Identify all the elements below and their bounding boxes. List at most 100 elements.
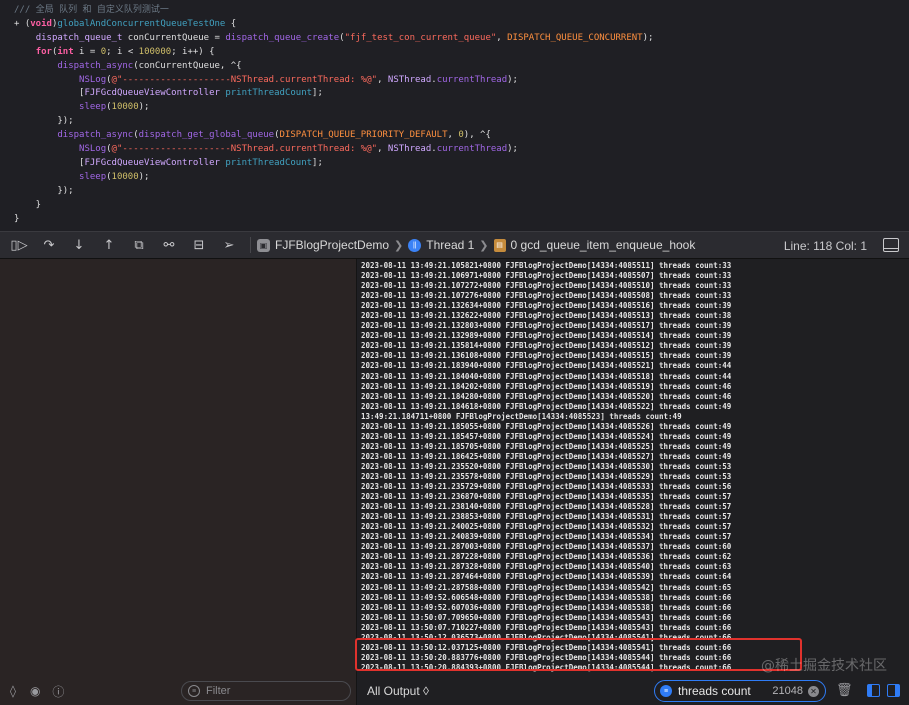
memory-graph-icon[interactable]: ⚯ <box>158 235 180 255</box>
code-line: }); <box>14 184 74 198</box>
code-token: { <box>225 18 237 29</box>
code-token: dispatch_queue_t <box>35 32 123 43</box>
code-token: ); <box>507 144 518 154</box>
code-token: , <box>377 144 388 154</box>
line-column-indicator: Line: 118 Col: 1 <box>783 239 867 253</box>
clear-search-icon[interactable]: ✕ <box>808 685 819 697</box>
console-line: 2023-08-11 13:49:21.287228+0800 FJFBlogP… <box>361 552 732 562</box>
stack-frame-icon: ▤ <box>493 238 506 252</box>
console-line: 2023-08-11 13:49:21.236870+0800 FJFBlogP… <box>361 492 732 502</box>
chevron-right-icon: ❯ <box>394 238 404 252</box>
code-token: ); <box>507 74 518 85</box>
code-line: /// 全局 队列 和 自定义队列测试一 <box>14 3 169 17</box>
code-token: /// 全局 队列 和 自定义队列测试一 <box>14 5 169 15</box>
code-token: i = <box>73 46 101 57</box>
info-icon[interactable]: ⓘ <box>52 683 64 700</box>
console-output[interactable]: 2023-08-11 13:49:21.105821+0800 FJFBlogP… <box>358 259 909 705</box>
breadcrumb-project[interactable]: ▣ FJFBlogProjectDemo <box>257 238 389 252</box>
code-token: , <box>496 32 508 43</box>
code-line: dispatch_queue_t conCurrentQueue = dispa… <box>14 31 654 45</box>
code-token: }); <box>14 185 74 196</box>
code-token: dispatch_async <box>57 130 134 141</box>
code-line: [FJFGcdQueueViewController printThreadCo… <box>14 86 323 100</box>
code-line: + (void)globalAndConcurrentQueueTestOne … <box>14 17 236 31</box>
code-token: sleep <box>79 171 107 182</box>
code-token: printThreadCount <box>225 88 313 99</box>
console-line: 2023-08-11 13:49:21.185705+0800 FJFBlogP… <box>361 441 732 451</box>
code-token: for <box>35 46 52 57</box>
console-line: 2023-08-11 13:49:21.235520+0800 FJFBlogP… <box>361 461 732 471</box>
search-value: threads count <box>678 684 751 698</box>
code-token: printThreadCount <box>225 157 313 168</box>
show-console-pane-icon[interactable] <box>887 684 900 697</box>
console-footer: All Output ◊ ≡ threads count 21048 ✕ 🗑 <box>358 677 909 705</box>
filter-icon: ≡ <box>660 685 672 697</box>
chevron-right-icon: ❯ <box>479 238 489 252</box>
code-token: ; i < <box>106 46 139 57</box>
console-line: 2023-08-11 13:49:21.287003+0800 FJFBlogP… <box>361 542 732 552</box>
variables-filter-field[interactable]: ≡ Filter <box>181 681 351 701</box>
code-token: FJFGcdQueueViewController <box>84 157 220 168</box>
breadcrumb-frame[interactable]: ▤ 0 gcd_queue_item_enqueue_hook <box>493 238 696 252</box>
code-token: , <box>447 130 459 141</box>
code-line: dispatch_async(dispatch_get_global_queue… <box>14 128 491 142</box>
console-line: 2023-08-11 13:49:21.235729+0800 FJFBlogP… <box>361 482 732 492</box>
code-token: ); <box>138 171 150 182</box>
code-token: sleep <box>79 102 107 113</box>
console-line: 2023-08-11 13:50:07.710227+0800 FJFBlogP… <box>361 622 732 632</box>
code-token: [ <box>14 88 85 99</box>
eye-icon[interactable]: ◉ <box>30 684 40 698</box>
console-line: 2023-08-11 13:49:21.135814+0800 FJFBlogP… <box>361 341 732 351</box>
auto-variables-icon[interactable]: ◊ <box>10 684 16 698</box>
code-token: conCurrentQueue = <box>122 32 226 43</box>
console-line: 2023-08-11 13:49:52.606548+0800 FJFBlogP… <box>361 592 732 602</box>
code-token: dispatch_async <box>57 60 134 71</box>
match-count: 21048 <box>772 685 803 697</box>
console-line: 2023-08-11 13:49:21.105821+0800 FJFBlogP… <box>361 261 732 270</box>
code-token: + ( <box>14 18 31 29</box>
console-line: 2023-08-11 13:49:21.287588+0800 FJFBlogP… <box>361 582 732 592</box>
console-search-field[interactable]: ≡ threads count 21048 ✕ <box>654 680 826 702</box>
hide-debug-area-icon[interactable]: ▯▷ <box>8 235 30 255</box>
view-hierarchy-icon[interactable]: ⧉ <box>128 235 150 255</box>
toggle-panel-icon[interactable] <box>883 238 899 252</box>
code-token: DISPATCH_QUEUE_PRIORITY_DEFAULT <box>279 130 448 141</box>
console-line: 2023-08-11 13:49:21.132803+0800 FJFBlogP… <box>361 321 732 331</box>
console-line: 2023-08-11 13:50:12.037125+0800 FJFBlogP… <box>361 642 732 652</box>
breadcrumb-thread-label: Thread 1 <box>426 238 475 252</box>
code-token: @"--------------------NSThread.currentTh… <box>111 144 378 154</box>
step-over-icon[interactable]: ↷ <box>38 235 60 255</box>
code-token: } <box>14 199 42 210</box>
show-variables-pane-icon[interactable] <box>867 684 880 697</box>
console-line: 2023-08-11 13:49:21.240839+0800 FJFBlogP… <box>361 532 732 542</box>
watermark: @稀土掘金技术社区 <box>761 658 887 674</box>
code-token: globalAndConcurrentQueueTestOne <box>57 18 226 29</box>
trash-icon[interactable]: 🗑 <box>836 683 853 698</box>
console-line: 2023-08-11 13:49:21.287328+0800 FJFBlogP… <box>361 562 732 572</box>
breadcrumb-thread[interactable]: || Thread 1 <box>408 238 474 252</box>
step-into-icon[interactable]: ↓ <box>68 235 90 255</box>
variables-view[interactable]: ◊ ◉ ⓘ ≡ Filter <box>0 259 357 705</box>
code-editor[interactable]: /// 全局 队列 和 自定义队列测试一 + (void)globalAndCon… <box>0 0 909 231</box>
console-line: 2023-08-11 13:49:21.183940+0800 FJFBlogP… <box>361 361 732 371</box>
code-token: 10000 <box>111 102 139 113</box>
code-token: ; i++) { <box>171 46 215 57</box>
console-line: 2023-08-11 13:50:07.709650+0800 FJFBlogP… <box>361 612 732 622</box>
environment-overrides-icon[interactable]: ⊟ <box>188 235 210 255</box>
breadcrumb-frame-label: 0 gcd_queue_item_enqueue_hook <box>510 238 696 252</box>
code-token: "fjf_test_con_current_queue" <box>344 32 497 43</box>
breadcrumb-project-label: FJFBlogProjectDemo <box>275 238 390 252</box>
code-line: }); <box>14 114 73 128</box>
code-token: 10000 <box>111 171 139 182</box>
simulate-location-icon[interactable]: ➢ <box>218 235 240 255</box>
output-filter-dropdown[interactable]: All Output ◊ <box>367 684 429 698</box>
code-token: void <box>30 18 52 29</box>
step-out-icon[interactable]: ↑ <box>98 235 120 255</box>
code-token: (conCurrentQueue, ^{ <box>133 60 242 71</box>
console-line: 2023-08-11 13:49:21.132634+0800 FJFBlogP… <box>361 301 732 311</box>
